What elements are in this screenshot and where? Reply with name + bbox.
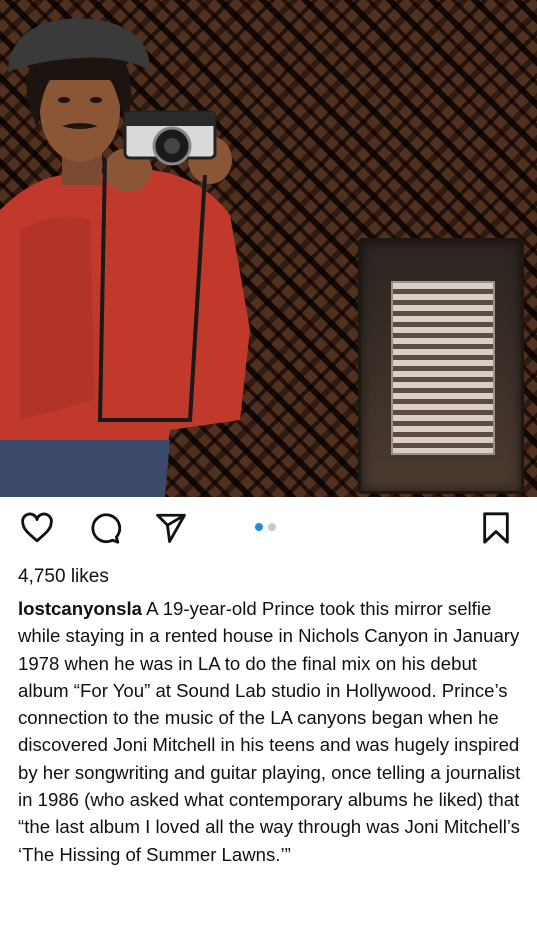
carousel-dot-1 [255, 523, 263, 531]
bookmark-icon[interactable] [479, 511, 513, 545]
vent-grill [391, 281, 495, 455]
caption-username[interactable]: lostcanyonsla [18, 598, 142, 619]
post-image[interactable] [0, 0, 537, 497]
paper-plane-icon[interactable] [154, 511, 188, 545]
comment-icon[interactable] [88, 511, 122, 545]
post-actions-bar [0, 497, 537, 569]
caption-text: A 19-year-old Prince took this mirror se… [18, 598, 521, 865]
carousel-dot-2 [268, 523, 276, 531]
heart-icon[interactable] [20, 511, 54, 545]
likes-count[interactable]: 4,750 likes [18, 566, 109, 588]
person-photo [0, 18, 250, 497]
post-caption: lostcanyonsla A 19-year-old Prince took … [18, 595, 523, 868]
wall-vent [358, 238, 524, 494]
carousel-indicator [255, 523, 276, 531]
